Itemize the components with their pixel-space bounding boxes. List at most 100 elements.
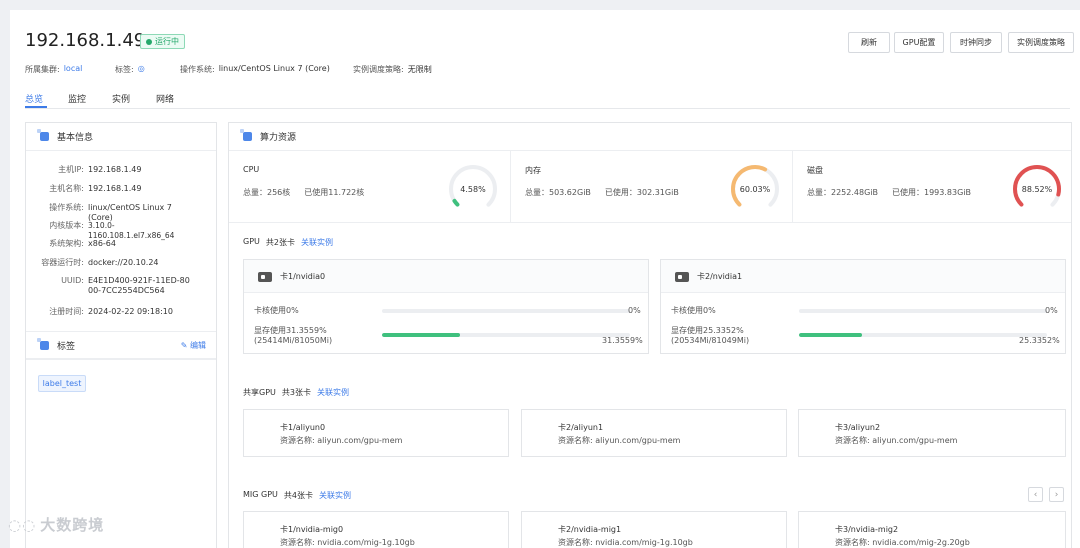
mem-usage-value: 31.3559% <box>602 336 643 345</box>
meta-value: 无限制 <box>407 65 432 74</box>
gpu-config-button[interactable]: GPU配置 <box>894 32 944 53</box>
compute-panel: 算力资源 CPU 总量：256核 已使用11.722核 4.58% 内存 总量：… <box>228 122 1072 548</box>
card-resource: 资源名称: nvidia.com/mig-2g.20gb <box>835 538 970 547</box>
info-row-registered: 注册时间: 2024-02-22 09:18:10 <box>26 307 216 317</box>
core-usage-value: 0% <box>1045 306 1058 315</box>
mem-usage-bar <box>382 333 630 337</box>
refresh-button[interactable]: 刷新 <box>848 32 890 53</box>
metric-total: 总量：2252.48GiB <box>807 188 878 197</box>
watermark-logo: ◌◌ 大数跨境 <box>8 514 104 535</box>
core-usage-bar <box>382 309 630 313</box>
card-name: 卡2/aliyun1 <box>558 423 604 432</box>
card-name: 卡3/nvidia-mig2 <box>835 525 899 534</box>
prev-page-button[interactable]: ‹ <box>1028 487 1043 502</box>
core-usage-value: 0% <box>628 306 641 315</box>
info-row-os: 操作系统: linux/CentOS Linux 7 (Core) <box>26 203 216 223</box>
mig-gpu-card-0: 卡1/nvidia-mig0 资源名称: nvidia.com/mig-1g.1… <box>243 511 509 548</box>
info-value: 2024-02-22 09:18:10 <box>88 307 173 316</box>
meta-value: linux/CentOS Linux 7 (Core) <box>218 64 330 73</box>
info-row-hostname: 主机名称: 192.168.1.49 <box>26 184 216 194</box>
info-value: E4E1D400-921F-11ED-8000-7CC2554DC564 <box>88 276 190 295</box>
edit-label: 编辑 <box>190 340 206 350</box>
shared-gpu-card-2: 卡3/aliyun2 资源名称: aliyun.com/gpu-mem <box>798 409 1066 457</box>
meta-label: 实例调度策略: <box>353 65 404 74</box>
mem-usage-bar <box>799 333 1047 337</box>
metric-total: 总量：503.62GiB <box>525 188 591 197</box>
compute-header: 算力资源 <box>229 123 1071 151</box>
tab-instances[interactable]: 实例 <box>112 92 130 105</box>
core-usage-bar <box>799 309 1047 313</box>
edit-tags-button[interactable]: ✎ 编辑 <box>181 340 206 351</box>
gauge-value: 60.03% <box>739 184 771 194</box>
gpu-card-icon <box>258 271 272 282</box>
metric-used: 已使用：302.31GiB <box>604 188 679 197</box>
tab-divider <box>25 108 1070 109</box>
metric-name: 内存 <box>525 166 541 175</box>
section-count: 共4张卡 <box>283 491 313 500</box>
bar-fill <box>382 333 460 337</box>
clock-sync-button[interactable]: 时钟同步 <box>950 32 1002 53</box>
info-row-uuid: UUID: E4E1D400-921F-11ED-8000-7CC2554DC5… <box>26 276 216 296</box>
schedule-policy-button[interactable]: 实例调度策略 <box>1008 32 1074 53</box>
disk-gauge: 88.52% <box>1011 163 1063 215</box>
shared-gpu-section-label: 共享GPU 共3张卡 关联实例 <box>243 387 349 398</box>
metric-total: 总量：256核 <box>243 188 291 197</box>
shared-gpu-related-instances-link[interactable]: 关联实例 <box>317 387 349 398</box>
meta-cluster: 所属集群: local <box>25 64 82 75</box>
watermark-icon: ◌◌ <box>8 515 37 534</box>
cpu-metric: CPU 总量：256核 已使用11.722核 4.58% <box>229 151 511 223</box>
card-name: 卡1/nvidia-mig0 <box>280 525 344 534</box>
info-row-kernel: 内核版本: 3.10.0-1160.108.1.el7.x86_64 <box>26 221 216 241</box>
card-resource: 资源名称: aliyun.com/gpu-mem <box>558 436 681 445</box>
basic-info-header: 基本信息 <box>26 123 216 151</box>
tab-network[interactable]: 网络 <box>156 92 174 105</box>
card-name: 卡1/aliyun0 <box>280 423 326 432</box>
meta-os: 操作系统: linux/CentOS Linux 7 (Core) <box>180 64 330 75</box>
cpu-gauge: 4.58% <box>447 163 499 215</box>
mig-gpu-card-2: 卡3/nvidia-mig2 资源名称: nvidia.com/mig-2g.2… <box>798 511 1066 548</box>
meta-label: 所属集群: <box>25 65 60 74</box>
metric-name: 磁盘 <box>807 166 823 175</box>
meta-label: 标签: <box>115 65 134 74</box>
info-label: 内核版本: <box>49 221 84 230</box>
gpu-related-instances-link[interactable]: 关联实例 <box>301 237 333 248</box>
mem-usage-value: 25.3352% <box>1019 336 1060 345</box>
page-title: 192.168.1.49 <box>25 30 146 51</box>
memory-gauge: 60.03% <box>729 163 781 215</box>
tag-icon[interactable]: ◎ <box>138 64 145 75</box>
section-count: 共3张卡 <box>281 388 311 397</box>
metric-used: 已使用：1993.83GiB <box>892 188 971 197</box>
info-value: linux/CentOS Linux 7 (Core) <box>88 203 172 222</box>
card-resource: 资源名称: aliyun.com/gpu-mem <box>835 436 958 445</box>
metric-name: CPU <box>243 165 260 174</box>
section-title: 共享GPU <box>243 388 276 397</box>
bar-fill <box>799 333 862 337</box>
tag-chip[interactable]: label_test <box>38 375 86 392</box>
info-row-ip: 主机IP: 192.168.1.49 <box>26 165 216 175</box>
meta-policy: 实例调度策略: 无限制 <box>353 64 432 75</box>
divider <box>26 359 216 360</box>
memory-metric: 内存 总量：503.62GiB 已使用：302.31GiB 60.03% <box>511 151 793 223</box>
status-badge: 运行中 <box>140 34 185 49</box>
section-title: MIG GPU <box>243 490 278 499</box>
meta-label: 操作系统: <box>180 65 215 74</box>
info-label: 注册时间: <box>49 307 84 316</box>
card-resource: 资源名称: nvidia.com/mig-1g.10gb <box>280 538 415 547</box>
mig-gpu-related-instances-link[interactable]: 关联实例 <box>319 490 351 501</box>
mem-usage-label: 显存使用25.3352% <box>671 326 744 335</box>
next-page-button[interactable]: › <box>1049 487 1064 502</box>
tab-overview[interactable]: 总览 <box>25 92 43 105</box>
cluster-link[interactable]: local <box>64 64 83 75</box>
info-value: x86-64 <box>88 239 116 248</box>
metric-detail: 总量：503.62GiB 已使用：302.31GiB <box>525 187 679 198</box>
card-title: 卡2/nvidia1 <box>675 271 742 282</box>
info-value: 192.168.1.49 <box>88 165 142 174</box>
card-name: 卡2/nvidia-mig1 <box>558 525 622 534</box>
card-name: 卡3/aliyun2 <box>835 423 881 432</box>
info-row-runtime: 容器运行时: docker://20.10.24 <box>26 258 216 268</box>
info-value: 3.10.0-1160.108.1.el7.x86_64 <box>88 221 175 240</box>
disk-metric: 磁盘 总量：2252.48GiB 已使用：1993.83GiB 88.52% <box>793 151 1071 223</box>
compute-icon <box>240 129 252 141</box>
info-label: 主机IP: <box>58 165 84 174</box>
tab-monitor[interactable]: 监控 <box>68 92 86 105</box>
